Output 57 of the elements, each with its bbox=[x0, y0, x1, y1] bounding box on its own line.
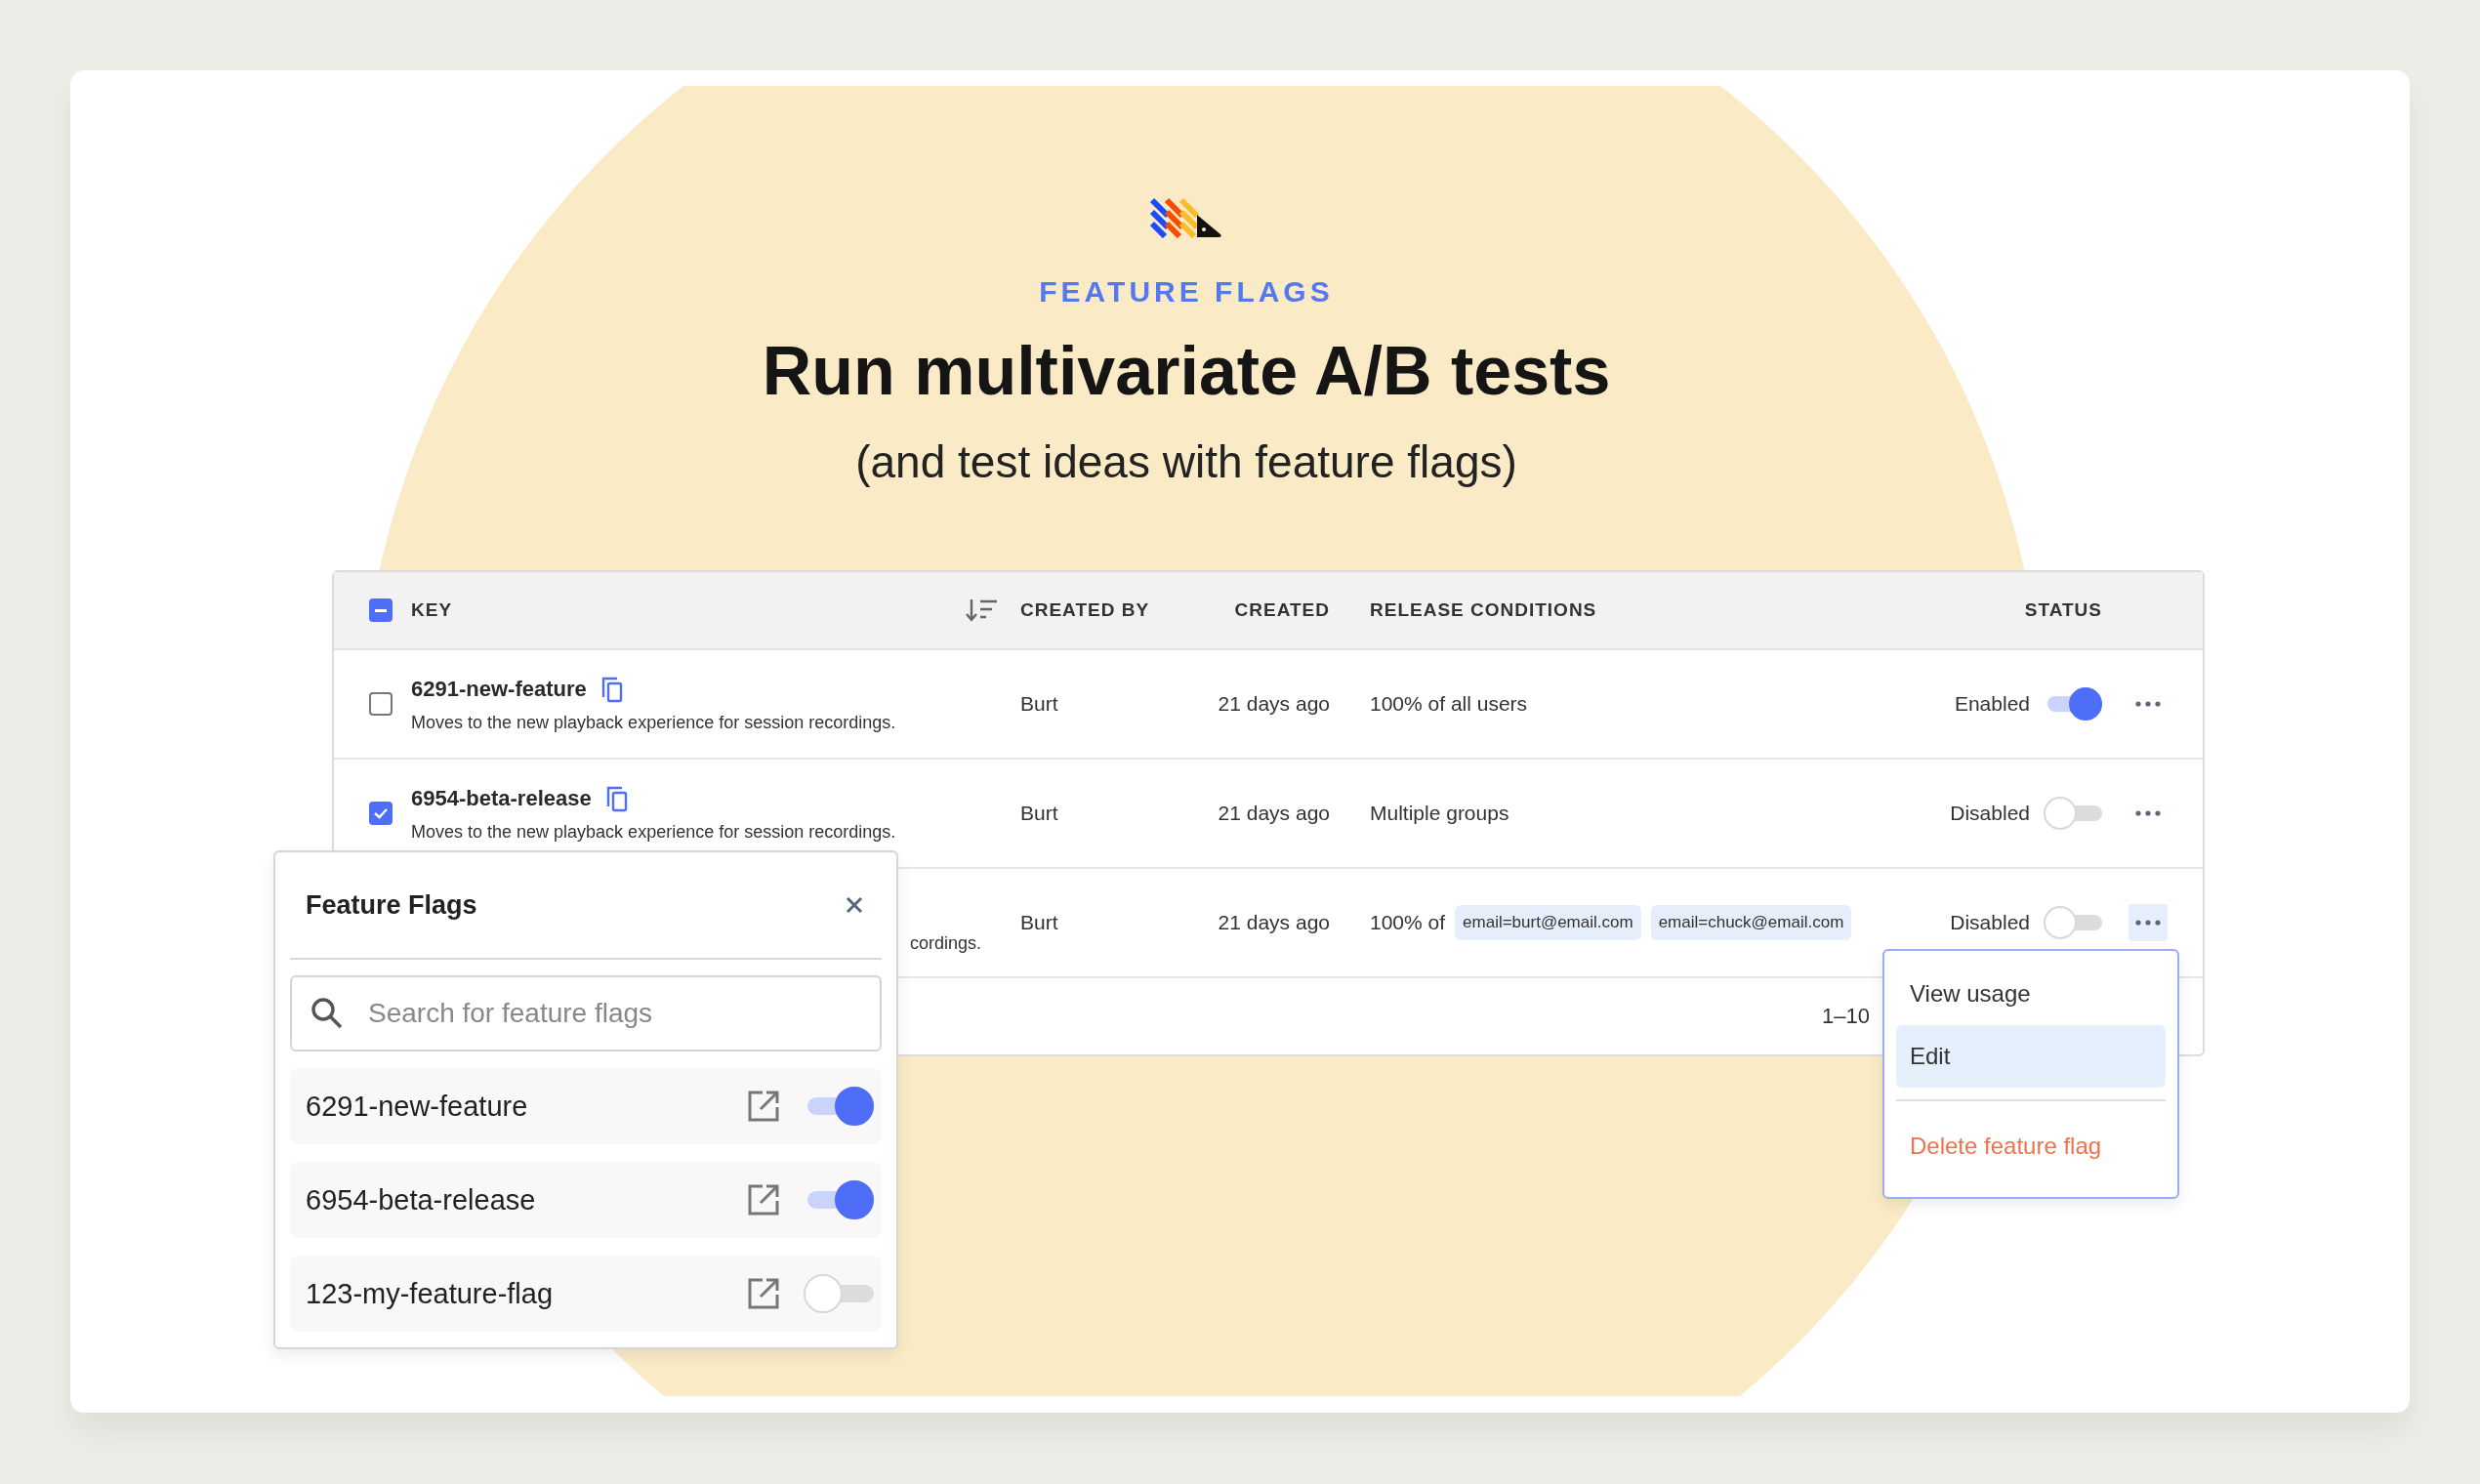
search-field[interactable]: Search for feature flags bbox=[290, 975, 882, 1051]
search-icon bbox=[310, 996, 345, 1031]
external-link-icon[interactable] bbox=[747, 1090, 780, 1123]
status-text: Disabled bbox=[1950, 802, 2030, 825]
column-header: STATUS bbox=[2024, 599, 2102, 621]
toggle-switch[interactable] bbox=[2044, 797, 2102, 830]
creator-text: Burt bbox=[1020, 692, 1058, 716]
section-label: FEATURE FLAGS bbox=[1039, 275, 1334, 309]
select-all-checkbox[interactable] bbox=[369, 598, 393, 622]
more-icon bbox=[2134, 701, 2161, 707]
release-text: Multiple groups bbox=[1370, 802, 1509, 825]
toggle-switch[interactable] bbox=[804, 1274, 874, 1313]
close-icon bbox=[845, 895, 864, 915]
flag-description: Moves to the new playback experience for session recordings. bbox=[411, 712, 897, 733]
flag-name: 6954-beta-release bbox=[306, 1183, 537, 1216]
release-text: 100% of all users bbox=[1370, 692, 1528, 716]
external-link-icon[interactable] bbox=[747, 1277, 780, 1310]
flag-description: cordings. bbox=[909, 932, 981, 954]
more-icon bbox=[2134, 920, 2161, 926]
column-header: CREATED bbox=[1234, 599, 1330, 621]
column-header: CREATED BY bbox=[1020, 599, 1150, 621]
more-icon bbox=[2134, 810, 2161, 816]
copy-icon[interactable] bbox=[599, 675, 624, 703]
external-link-icon[interactable] bbox=[747, 1183, 780, 1216]
flag-name: 6291-new-feature bbox=[306, 1090, 529, 1123]
condition-tag: email=burt@email.com bbox=[1455, 905, 1641, 940]
popup-title: Feature Flags bbox=[306, 889, 477, 921]
flag-key[interactable]: 6954-beta-release bbox=[411, 785, 592, 811]
status-text: Disabled bbox=[1950, 911, 2030, 934]
status-text: Enabled bbox=[1954, 692, 2030, 716]
sort-icon[interactable] bbox=[966, 598, 999, 623]
flag-list-item[interactable]: 123-my-feature-flag bbox=[290, 1256, 882, 1332]
page-subtitle: (and test ideas with feature flags) bbox=[855, 435, 1517, 488]
column-header: RELEASE CONDITIONS bbox=[1370, 599, 1597, 621]
copy-icon[interactable] bbox=[604, 784, 629, 812]
page-title: Run multivariate A/B tests bbox=[762, 332, 1611, 410]
flag-list-item[interactable]: 6954-beta-release bbox=[290, 1162, 882, 1238]
column-header: KEY bbox=[411, 599, 453, 621]
flag-list-item[interactable]: 6291-new-feature bbox=[290, 1068, 882, 1144]
condition-tag: email=chuck@email.com bbox=[1650, 905, 1852, 940]
created-text: 21 days ago bbox=[1218, 802, 1330, 825]
created-text: 21 days ago bbox=[1218, 692, 1330, 716]
pagination-text: 1–10 bbox=[1822, 1004, 1870, 1029]
menu-item[interactable]: Edit bbox=[1896, 1025, 2166, 1088]
flag-key[interactable]: 6291-new-feature bbox=[411, 676, 587, 702]
flag-description: Moves to the new playback experience for session recordings. bbox=[411, 821, 897, 843]
checkbox[interactable] bbox=[369, 802, 393, 825]
more-button[interactable] bbox=[2128, 904, 2168, 941]
logo-icon bbox=[1148, 197, 1224, 238]
release-text: 100% of bbox=[1370, 911, 1446, 934]
checkbox[interactable] bbox=[369, 692, 393, 716]
menu-item[interactable]: View usage bbox=[1896, 963, 2166, 1025]
flag-name: 123-my-feature-flag bbox=[306, 1277, 555, 1310]
created-text: 21 days ago bbox=[1218, 911, 1330, 934]
creator-text: Burt bbox=[1020, 802, 1058, 825]
creator-text: Burt bbox=[1020, 911, 1058, 934]
toggle-switch[interactable] bbox=[2044, 906, 2102, 939]
